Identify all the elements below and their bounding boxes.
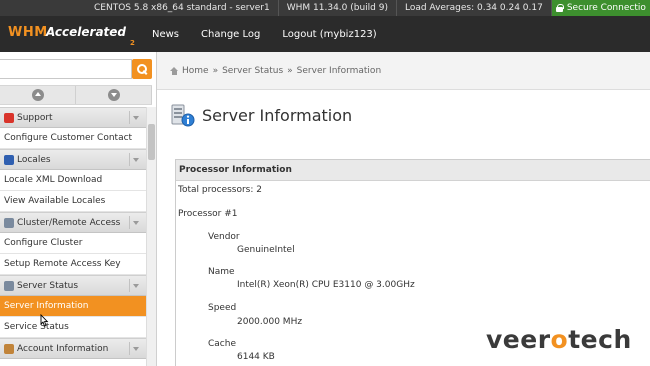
chevron-down-icon[interactable] (129, 216, 142, 229)
search-button[interactable] (132, 59, 152, 79)
whm-version: WHM 11.34.0 (build 9) (279, 0, 397, 16)
name-value: Intel(R) Xeon(R) CPU E3110 @ 3.00GHz (237, 280, 415, 290)
sidebar-category-label: Cluster/Remote Access (17, 217, 121, 228)
cache-label: Cache (208, 339, 236, 349)
vendor-label: Vendor (208, 232, 240, 242)
sidebar-item[interactable]: Server Information (0, 296, 146, 317)
sidebar-category-label: Support (17, 112, 53, 123)
news-link[interactable]: News (152, 29, 179, 40)
chevron-down-icon[interactable] (129, 111, 142, 124)
breadcrumb-home[interactable]: Home (182, 66, 209, 76)
sidebar-item[interactable]: Configure Cluster (0, 233, 146, 254)
chevron-down-icon[interactable] (129, 279, 142, 292)
chevron-down-icon[interactable] (129, 342, 142, 355)
sidebar-item[interactable]: Setup Remote Access Key (0, 254, 146, 275)
logo-two: 2 (130, 39, 135, 47)
collapse-all-button[interactable] (0, 86, 76, 104)
sidebar-item[interactable]: Configure Customer Contact (0, 128, 146, 149)
os-info: CENTOS 5.8 x86_64 standard - server1 (86, 0, 279, 16)
sidebar-category[interactable]: Support (0, 107, 146, 128)
panel-title: Processor Information (176, 160, 650, 181)
sidebar-category[interactable]: Locales (0, 149, 146, 170)
page-title: Server Information (202, 105, 353, 125)
main-navbar: WHM Accelerated 2 News Change Log Logout… (0, 16, 650, 52)
breadcrumb-separator: » (287, 65, 293, 76)
status-bar: CENTOS 5.8 x86_64 standard - server1 WHM… (0, 0, 650, 16)
search-input[interactable] (0, 59, 132, 79)
chevron-up-icon (31, 89, 44, 101)
expand-collapse-bar (0, 85, 152, 105)
watermark-part1: veer (486, 325, 551, 354)
logout-link[interactable]: Logout (mybiz123) (282, 29, 376, 40)
sidebar-category-label: Server Status (17, 280, 79, 291)
sidebar-search (0, 59, 152, 79)
sidebar-item[interactable]: View Available Locales (0, 191, 146, 212)
account-icon (4, 343, 14, 354)
sidebar-item[interactable]: Locale XML Download (0, 170, 146, 191)
sidebar-category[interactable]: Server Status (0, 275, 146, 296)
whm-logo[interactable]: WHM Accelerated 2 (8, 19, 138, 49)
breadcrumb-current: Server Information (296, 65, 382, 76)
name-label: Name (208, 267, 235, 277)
sidebar-item[interactable]: Service Status (0, 317, 146, 338)
chevron-down-icon[interactable] (129, 153, 142, 166)
breadcrumb: Home » Server Status » Server Informatio… (157, 52, 650, 90)
secure-connection-badge: Secure Connectio (551, 0, 650, 16)
cluster-icon (4, 217, 14, 228)
sidebar: Support Configure Customer Contact Locales… (0, 52, 157, 366)
changelog-link[interactable]: Change Log (201, 29, 260, 40)
total-processors: Total processors: 2 (178, 185, 262, 195)
sidebar-category[interactable]: Cluster/Remote Access (0, 212, 146, 233)
secure-connection-label: Secure Connectio (566, 3, 646, 13)
sidebar-category[interactable]: Account Information (0, 338, 146, 359)
server-status-icon (4, 280, 14, 291)
cache-value: 6144 KB (237, 352, 275, 362)
veerotech-watermark: veerotech (486, 325, 632, 354)
speed-label: Speed (208, 303, 237, 313)
chevron-down-icon (107, 89, 120, 101)
search-icon (137, 64, 147, 74)
lock-icon (555, 4, 564, 12)
sidebar-category-label: Locales (17, 154, 51, 165)
sidebar-menu: Support Configure Customer Contact Locales… (0, 107, 146, 359)
breadcrumb-separator: » (212, 65, 219, 76)
server-info-icon (171, 104, 195, 127)
mouse-cursor-icon (40, 314, 49, 327)
logo-whm: WHM (8, 25, 48, 40)
logo-accelerated: Accelerated (46, 25, 127, 39)
expand-all-button[interactable] (76, 86, 152, 104)
processor-label: Processor #1 (178, 209, 238, 219)
page-header: Server Information (170, 102, 352, 128)
sidebar-category-label: Account Information (17, 343, 109, 354)
speed-value: 2000.000 MHz (237, 317, 303, 327)
support-icon (4, 112, 14, 123)
watermark-part2: o (550, 325, 569, 354)
watermark-part3: tech (568, 325, 632, 354)
vendor-value: GenuineIntel (237, 245, 295, 255)
breadcrumb-server-status[interactable]: Server Status (222, 66, 283, 76)
sidebar-scrollbar[interactable] (146, 107, 156, 366)
load-averages: Load Averages: 0.34 0.24 0.17 (397, 0, 552, 16)
home-icon[interactable] (170, 66, 179, 75)
flag-icon (4, 154, 14, 165)
scrollbar-thumb[interactable] (148, 124, 155, 160)
